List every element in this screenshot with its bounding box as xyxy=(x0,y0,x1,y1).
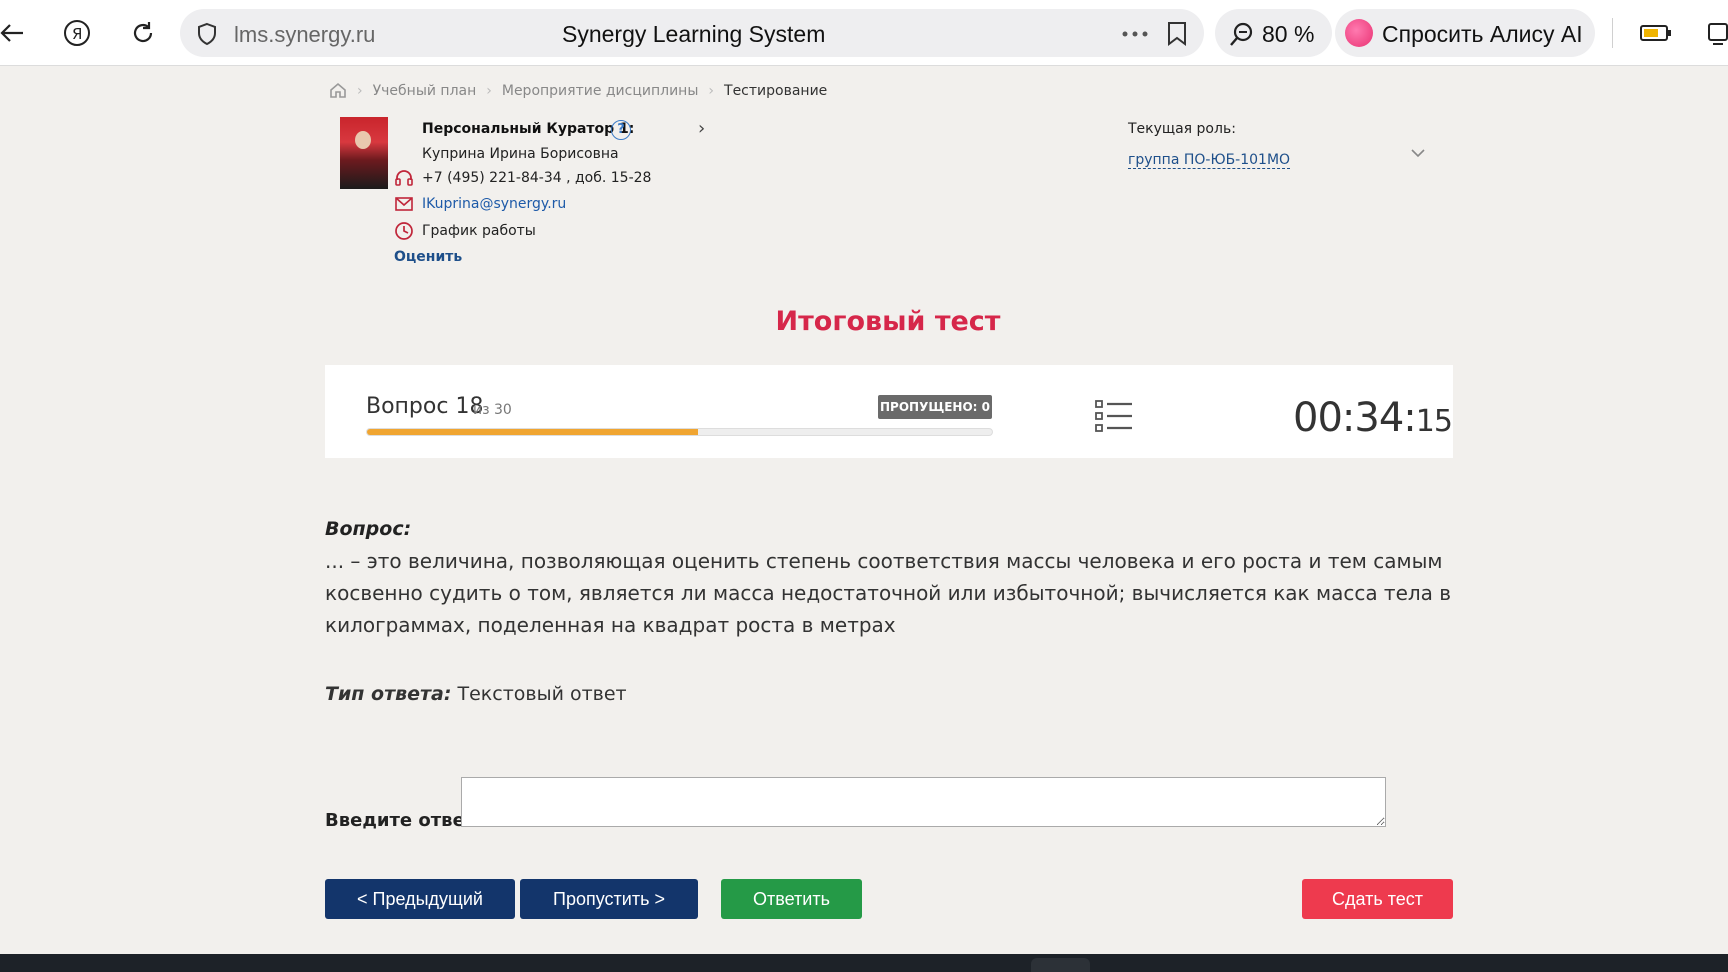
more-icon[interactable] xyxy=(1122,31,1148,37)
home-icon[interactable] xyxy=(329,82,347,99)
progress-bar-fill xyxy=(367,429,699,435)
timer: 00:34:15 xyxy=(1293,395,1453,441)
answer-textarea[interactable] xyxy=(461,777,1386,827)
chevron-right-icon[interactable]: › xyxy=(698,118,705,139)
curator-schedule-link[interactable]: График работы xyxy=(422,223,536,239)
role-label: Текущая роль: xyxy=(1128,121,1236,137)
breadcrumb-separator: › xyxy=(486,82,492,99)
answer-type-value: Текстовый ответ xyxy=(457,683,627,705)
battery-icon[interactable] xyxy=(1638,15,1674,51)
help-icon[interactable]: ? xyxy=(611,120,631,140)
question-number: Вопрос 18 xyxy=(366,394,484,419)
alice-button[interactable]: Спросить Алису AI xyxy=(1335,9,1595,57)
rate-curator-link[interactable]: Оценить xyxy=(394,249,462,265)
skipped-badge: ПРОПУЩЕНО: 0 xyxy=(878,395,992,419)
breadcrumb-discipline-event[interactable]: Мероприятие дисциплины xyxy=(502,83,699,99)
headset-icon xyxy=(395,170,413,186)
yandex-icon[interactable]: Я xyxy=(59,15,95,51)
answer-type-label: Тип ответа: xyxy=(325,683,452,705)
bookmark-icon[interactable] xyxy=(1166,21,1188,47)
timer-seconds: 15 xyxy=(1415,404,1453,439)
alice-label: Спросить Алису AI xyxy=(1382,21,1583,47)
question-heading: Вопрос: xyxy=(325,518,412,540)
shield-icon xyxy=(198,22,216,46)
timer-main: 00:34: xyxy=(1293,395,1417,441)
address-bar[interactable]: lms.synergy.ru Synergy Learning System xyxy=(180,9,1204,57)
answer-field-label: Введите ответ: xyxy=(325,810,483,831)
answer-type: Тип ответа: Текстовый ответ xyxy=(325,683,627,705)
browser-toolbar: Я lms.synergy.ru Synergy Learning System… xyxy=(0,0,1728,66)
question-text: ... – это величина, позволяющая оценить … xyxy=(325,549,1452,637)
test-title: Итоговый тест xyxy=(775,306,1001,337)
submit-test-button[interactable]: Сдать тест xyxy=(1302,879,1453,919)
zoom-button[interactable]: 80 % xyxy=(1215,9,1332,57)
progress-bar xyxy=(366,428,993,436)
curator-title: Персональный Куратор 1: xyxy=(422,121,635,137)
back-arrow-icon[interactable] xyxy=(0,15,30,51)
previous-button[interactable]: < Предыдущий xyxy=(325,879,515,919)
page-title: Synergy Learning System xyxy=(562,21,826,47)
alice-icon xyxy=(1345,19,1373,47)
taskbar xyxy=(0,954,1728,972)
taskbar-tab[interactable] xyxy=(1031,958,1090,972)
role-select[interactable]: группа ПО-ЮБ-101МО xyxy=(1128,152,1291,169)
svg-text:Я: Я xyxy=(72,25,82,43)
curator-email-link[interactable]: IKuprina@synergy.ru xyxy=(422,196,566,212)
breadcrumb-separator: › xyxy=(357,82,363,99)
curator-phone: +7 (495) 221-84-34 , доб. 15-28 xyxy=(422,170,652,186)
clock-icon xyxy=(395,222,413,240)
question-list-icon[interactable] xyxy=(1094,398,1134,434)
breadcrumb-separator: › xyxy=(708,82,715,99)
question-total: из 30 xyxy=(473,402,512,418)
skip-button[interactable]: Пропустить > xyxy=(520,879,698,919)
extension-icon[interactable] xyxy=(1700,15,1728,51)
breadcrumb-study-plan[interactable]: Учебный план xyxy=(373,83,477,99)
breadcrumb: › Учебный план › Мероприятие дисциплины … xyxy=(329,82,827,99)
mail-icon xyxy=(395,197,413,211)
chevron-down-icon[interactable] xyxy=(1410,148,1426,158)
answer-button[interactable]: Ответить xyxy=(721,879,862,919)
zoom-level: 80 % xyxy=(1262,21,1315,47)
progress-card: Вопрос 18 из 30 ПРОПУЩЕНО: 0 00:34:15 xyxy=(325,365,1453,458)
reload-icon[interactable] xyxy=(125,15,161,51)
toolbar-divider xyxy=(1612,18,1613,48)
curator-photo xyxy=(340,117,388,189)
url-text: lms.synergy.ru xyxy=(234,22,376,47)
zoom-icon xyxy=(1230,22,1253,46)
breadcrumb-testing: Тестирование xyxy=(724,82,828,99)
curator-name: Куприна Ирина Борисовна xyxy=(422,146,619,162)
